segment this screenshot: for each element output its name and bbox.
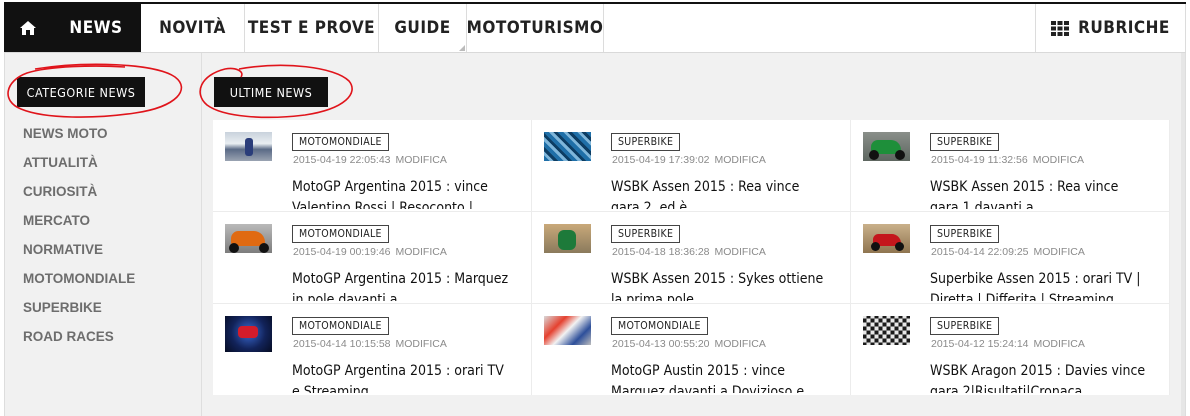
rider-celebrating-thumbnail[interactable] — [225, 132, 272, 161]
vertical-scrollbar[interactable] — [1181, 53, 1185, 416]
podium-riders-thumbnail[interactable] — [544, 316, 591, 345]
main-navbar: NEWS NOVITÀ TEST E PROVE GUIDE MOTOTURIS… — [4, 2, 1186, 53]
submenu-corner-icon — [459, 45, 465, 51]
nav-home[interactable] — [4, 4, 51, 52]
categories-heading: CATEGORIE NEWS — [17, 77, 145, 107]
article-meta: 2015-04-19 11:32:56 MODIFICA — [931, 154, 1084, 166]
edit-link[interactable]: MODIFICA — [396, 338, 447, 350]
red-superbike-thumbnail[interactable] — [863, 224, 910, 253]
category-badge[interactable]: SUPERBIKE — [611, 133, 681, 151]
article-title[interactable]: MotoGP Austin 2015 : vince Marquez davan… — [611, 361, 831, 393]
nav-rubriche[interactable]: RUBRICHE — [1036, 4, 1186, 52]
latest-news-heading: ULTIME NEWS — [214, 77, 328, 107]
article-title[interactable]: WSBK Assen 2015 : Sykes ottiene la prima… — [611, 269, 831, 301]
article-meta: 2015-04-19 00:19:46 MODIFICA — [293, 246, 447, 258]
mega-menu-panel: CATEGORIE NEWS ULTIME NEWS NEWS MOTO ATT… — [4, 53, 1186, 416]
nav-mototurismo[interactable]: MOTOTURISMO — [467, 4, 604, 52]
article-date: 2015-04-19 22:05:43 — [293, 154, 391, 166]
article-meta: 2015-04-14 22:09:25 MODIFICA — [931, 246, 1085, 258]
edit-link[interactable]: MODIFICA — [715, 246, 766, 258]
category-badge[interactable]: SUPERBIKE — [930, 133, 1000, 151]
article-date: 2015-04-19 17:39:02 — [612, 154, 710, 166]
category-link[interactable]: CURIOSITÀ — [23, 184, 135, 213]
article-meta: 2015-04-19 17:39:02 MODIFICA — [612, 154, 766, 166]
latest-news-grid: MOTOMONDIALE 2015-04-19 22:05:43 MODIFICA… — [213, 120, 1170, 395]
article-date: 2015-04-13 00:55:20 — [612, 338, 710, 350]
nav-spacer — [604, 4, 1036, 52]
category-badge[interactable]: SUPERBIKE — [611, 225, 681, 243]
edit-link[interactable]: MODIFICA — [1033, 154, 1084, 166]
nav-news[interactable]: NEWS — [51, 4, 141, 52]
category-badge[interactable]: SUPERBIKE — [930, 225, 1000, 243]
nav-rubriche-label: RUBRICHE — [1078, 18, 1170, 38]
article-meta: 2015-04-14 10:15:58 MODIFICA — [293, 338, 447, 350]
category-link[interactable]: MERCATO — [23, 213, 135, 242]
category-list: NEWS MOTO ATTUALITÀ CURIOSITÀ MERCATO NO… — [23, 126, 135, 358]
article-date: 2015-04-19 11:32:56 — [931, 154, 1028, 166]
edit-link[interactable]: MODIFICA — [715, 154, 766, 166]
news-card: MOTOMONDIALE 2015-04-14 10:15:58 MODIFICA… — [213, 304, 532, 395]
article-title[interactable]: MotoGP Argentina 2015 : Marquez in pole … — [292, 269, 512, 301]
crowd-celebration-thumbnail[interactable] — [544, 132, 591, 161]
category-link[interactable]: NORMATIVE — [23, 242, 135, 271]
news-card: SUPERBIKE 2015-04-18 18:36:28 MODIFICA WS… — [532, 212, 851, 304]
news-card: SUPERBIKE 2015-04-14 22:09:25 MODIFICA Su… — [851, 212, 1170, 304]
news-card: SUPERBIKE 2015-04-19 17:39:02 MODIFICA WS… — [532, 120, 851, 212]
article-title[interactable]: WSBK Assen 2015 : Rea vince gara 2, ed è — [611, 177, 831, 209]
news-card: SUPERBIKE 2015-04-19 11:32:56 MODIFICA WS… — [851, 120, 1170, 212]
category-badge[interactable]: MOTOMONDIALE — [292, 317, 389, 335]
article-meta: 2015-04-18 18:36:28 MODIFICA — [612, 246, 766, 258]
article-title[interactable]: WSBK Aragon 2015 : Davies vince gara 2|R… — [930, 361, 1150, 393]
article-date: 2015-04-12 15:24:14 — [931, 338, 1029, 350]
red-bull-grand-prix-thumbnail[interactable] — [225, 316, 272, 352]
orange-motogp-bike-thumbnail[interactable] — [225, 224, 272, 253]
checkered-flag-thumbnail[interactable] — [863, 316, 910, 345]
category-badge[interactable]: MOTOMONDIALE — [611, 317, 708, 335]
category-badge[interactable]: SUPERBIKE — [930, 317, 1000, 335]
article-title[interactable]: MotoGP Argentina 2015 : vince Valentino … — [292, 177, 512, 209]
article-title[interactable]: MotoGP Argentina 2015 : orari TV e Strea… — [292, 361, 512, 393]
category-badge[interactable]: MOTOMONDIALE — [292, 225, 389, 243]
category-badge[interactable]: MOTOMONDIALE — [292, 133, 389, 151]
edit-link[interactable]: MODIFICA — [396, 154, 447, 166]
edit-link[interactable]: MODIFICA — [1034, 246, 1085, 258]
article-meta: 2015-04-19 22:05:43 MODIFICA — [293, 154, 447, 166]
article-meta: 2015-04-13 00:55:20 MODIFICA — [612, 338, 766, 350]
article-date: 2015-04-14 22:09:25 — [931, 246, 1029, 258]
nav-test-e-prove[interactable]: TEST E PROVE — [245, 4, 379, 52]
category-link[interactable]: NEWS MOTO — [23, 126, 135, 155]
category-link[interactable]: ATTUALITÀ — [23, 155, 135, 184]
article-date: 2015-04-18 18:36:28 — [612, 246, 710, 258]
green-superbike-thumbnail[interactable] — [863, 132, 910, 161]
edit-link[interactable]: MODIFICA — [396, 246, 447, 258]
article-meta: 2015-04-12 15:24:14 MODIFICA — [931, 338, 1085, 350]
category-link[interactable]: ROAD RACES — [23, 329, 135, 358]
article-title[interactable]: Superbike Assen 2015 : orari TV | Dirett… — [930, 269, 1150, 301]
news-card: MOTOMONDIALE 2015-04-19 00:19:46 MODIFICA… — [213, 212, 532, 304]
nav-novita[interactable]: NOVITÀ — [141, 4, 245, 52]
category-link[interactable]: MOTOMONDIALE — [23, 271, 135, 300]
edit-link[interactable]: MODIFICA — [715, 338, 766, 350]
news-card: MOTOMONDIALE 2015-04-19 22:05:43 MODIFICA… — [213, 120, 532, 212]
article-date: 2015-04-14 10:15:58 — [293, 338, 391, 350]
grid-icon — [1051, 20, 1070, 36]
article-date: 2015-04-19 00:19:46 — [293, 246, 391, 258]
superbike-track-thumbnail[interactable] — [544, 224, 591, 253]
home-icon — [19, 21, 36, 35]
nav-guide[interactable]: GUIDE — [379, 4, 467, 52]
article-title[interactable]: WSBK Assen 2015 : Rea vince gara 1 davan… — [930, 177, 1150, 209]
nav-guide-label: GUIDE — [394, 18, 451, 38]
news-card: MOTOMONDIALE 2015-04-13 00:55:20 MODIFICA… — [532, 304, 851, 395]
category-link[interactable]: SUPERBIKE — [23, 300, 135, 329]
edit-link[interactable]: MODIFICA — [1034, 338, 1085, 350]
news-card: SUPERBIKE 2015-04-12 15:24:14 MODIFICA WS… — [851, 304, 1170, 395]
